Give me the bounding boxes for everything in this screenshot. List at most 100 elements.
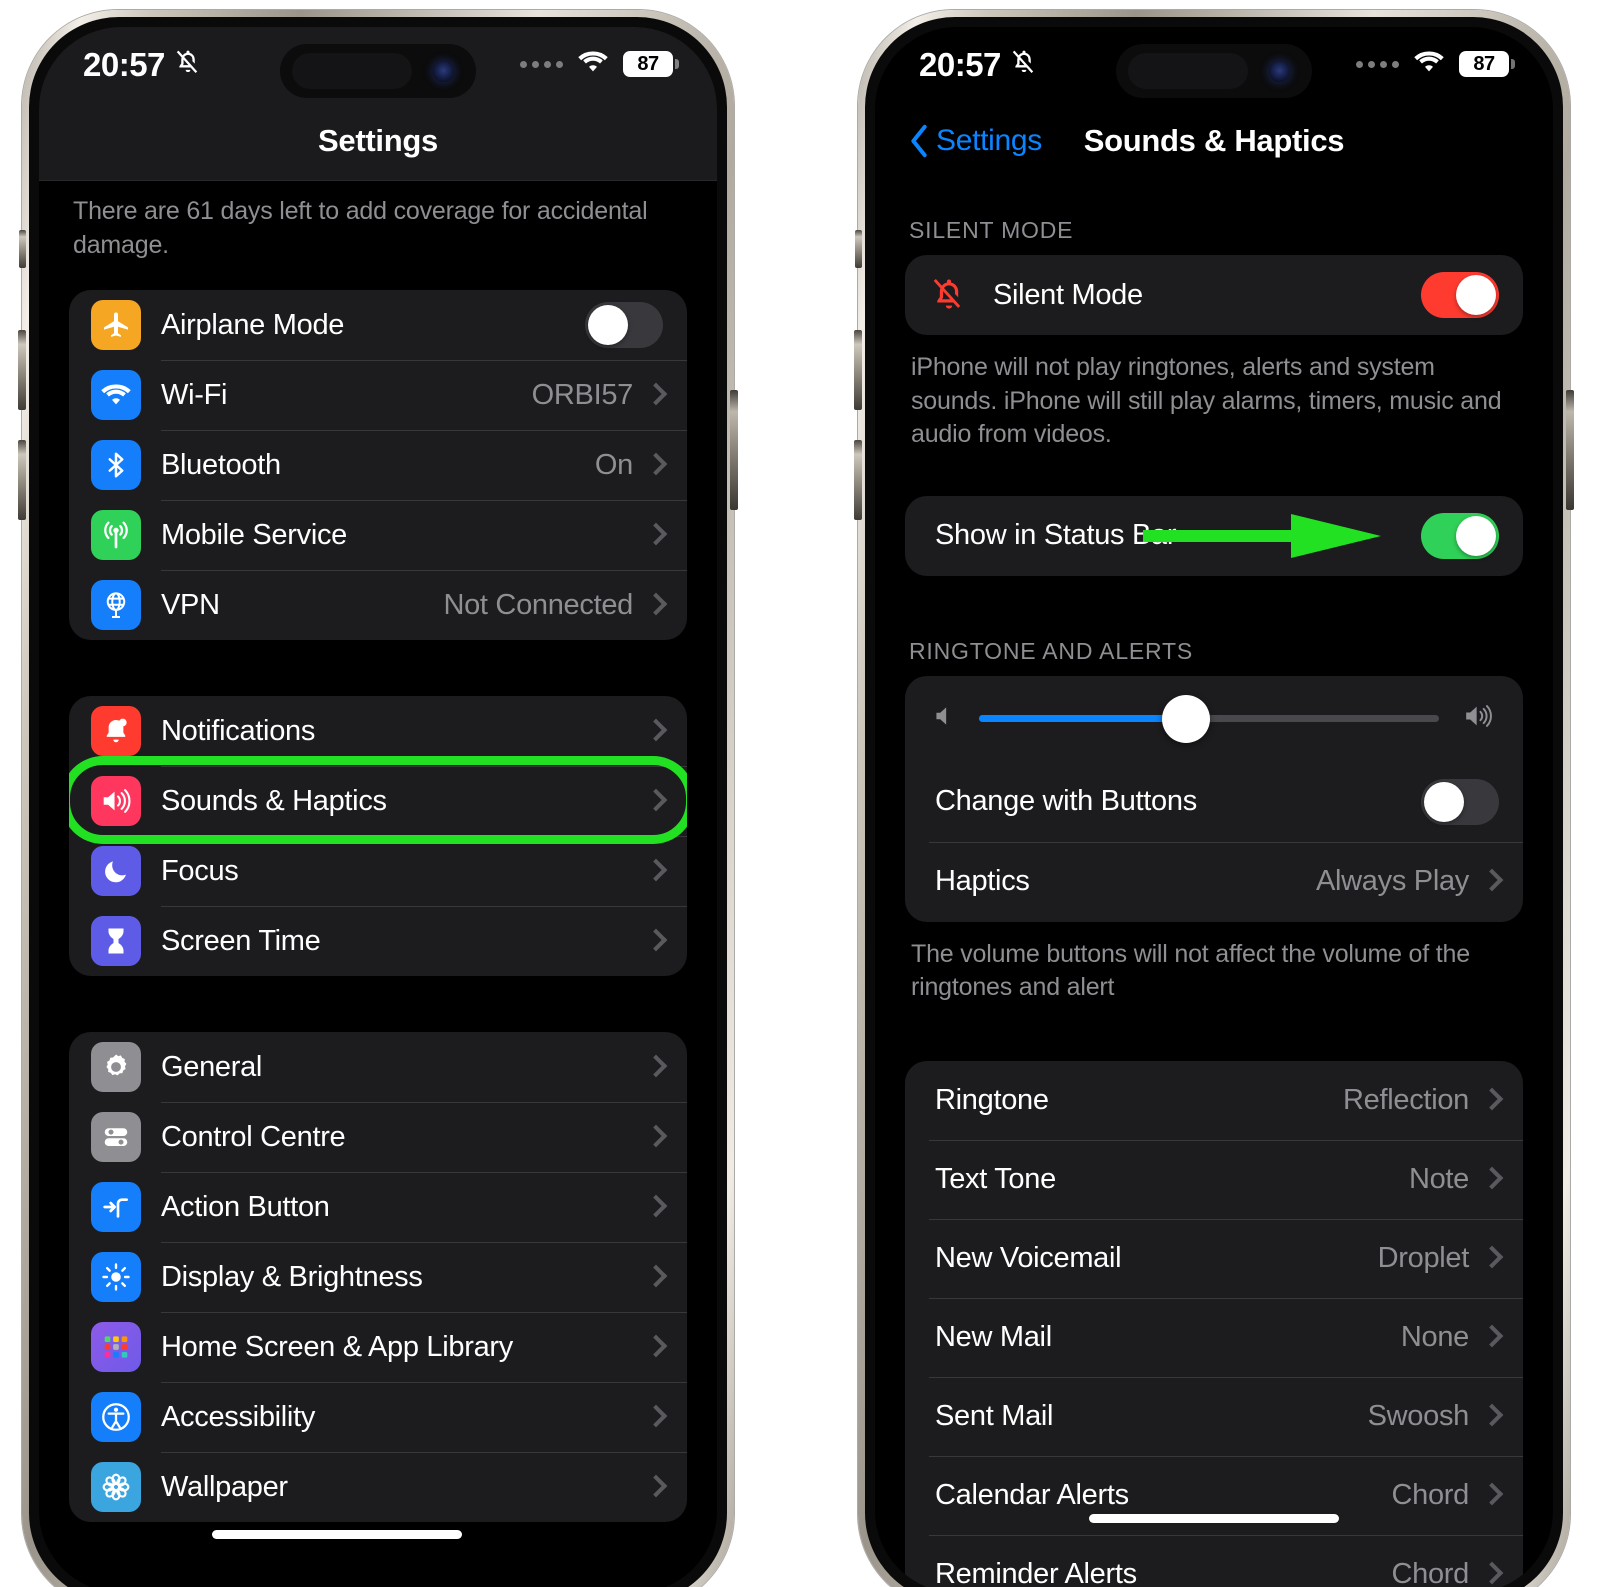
sidebar-item-mobile-service[interactable]: Mobile Service (69, 500, 687, 570)
chevron-right-icon (647, 592, 663, 619)
chevron-right-icon (1483, 1561, 1499, 1587)
front-camera-icon (1269, 60, 1290, 82)
section-header-silent-mode: SILENT MODE (909, 217, 1074, 243)
show-in-status-bar-toggle[interactable] (1421, 512, 1499, 559)
chevron-left-icon (909, 124, 929, 158)
change-with-buttons-row[interactable]: Change with Buttons (905, 762, 1523, 842)
sidebar-item-action-button[interactable]: Action Button (69, 1172, 687, 1242)
settings-list[interactable]: There are 61 days left to add coverage f… (39, 181, 717, 1587)
ringtone-alerts-group: Change with Buttons Haptics Always Play (905, 675, 1523, 922)
sidebar-item-bluetooth[interactable]: Bluetooth On (69, 430, 687, 500)
iphone-settings-screen: 20:57 87 Settings There are 61 days left… (18, 0, 738, 1587)
dynamic-island (280, 44, 476, 98)
row-label: Wi-Fi (161, 378, 228, 411)
action-button-hardware[interactable] (19, 230, 26, 268)
sidebar-item-display-brightness[interactable]: Display & Brightness (69, 1242, 687, 1312)
volume-down-button-hardware[interactable] (854, 440, 862, 520)
silent-mode-toggle[interactable] (1421, 272, 1499, 318)
chevron-right-icon (647, 1264, 663, 1291)
sounds-haptics-list[interactable]: SILENT MODE Silent Mode iPhone will not … (875, 181, 1553, 1587)
power-button-hardware[interactable] (730, 390, 738, 510)
sidebar-item-vpn[interactable]: VPN Not Connected (69, 570, 687, 640)
slider-knob[interactable] (1162, 694, 1210, 743)
chevron-right-icon (647, 382, 663, 409)
sidebar-item-wifi[interactable]: Wi-Fi ORBI57 (69, 360, 687, 430)
page-title: Sounds & Haptics (1083, 123, 1345, 158)
new-voicemail-row[interactable]: New Voicemail Droplet (905, 1218, 1523, 1298)
sent-mail-row[interactable]: Sent Mail Swoosh (905, 1376, 1523, 1456)
back-button[interactable]: Settings (909, 124, 1042, 158)
home-indicator[interactable] (1089, 1514, 1339, 1523)
chevron-right-icon (647, 452, 663, 479)
wifi-icon (91, 370, 141, 420)
speaker-waves-icon (91, 776, 141, 826)
section-header-ringtone-alerts: RINGTONE AND ALERTS (909, 637, 1194, 664)
status-bar: 20:57 87 (875, 27, 1553, 101)
row-value: Chord (1391, 1557, 1470, 1587)
accessibility-icon (91, 1392, 141, 1442)
row-value: On (594, 448, 633, 481)
reminder-alerts-row[interactable]: Reminder Alerts Chord (905, 1534, 1523, 1587)
text-tone-row[interactable]: Text Tone Note (905, 1139, 1523, 1219)
sidebar-item-general[interactable]: General (69, 1032, 687, 1102)
wifi-icon (576, 49, 610, 80)
airplane-mode-toggle[interactable] (585, 302, 663, 348)
nav-bar: Settings Sounds & Haptics (875, 101, 1553, 181)
volume-down-button-hardware[interactable] (18, 440, 26, 520)
row-label: Accessibility (161, 1400, 316, 1433)
silent-mode-row[interactable]: Silent Mode (905, 255, 1523, 335)
notifications-bell-icon (91, 706, 141, 756)
haptics-row[interactable]: Haptics Always Play (905, 841, 1523, 922)
vpn-globe-icon (91, 580, 141, 630)
row-label: New Voicemail (935, 1241, 1122, 1274)
ringer-volume-slider-row[interactable] (905, 676, 1523, 762)
row-value: None (1400, 1320, 1469, 1353)
sidebar-item-control-centre[interactable]: Control Centre (69, 1102, 687, 1172)
brightness-sun-icon (91, 1252, 141, 1302)
wallpaper-flower-icon (91, 1462, 141, 1512)
settings-group-connectivity: Airplane Mode Wi-Fi ORBI57 Bluetooth On … (69, 290, 687, 640)
ringtone-row[interactable]: Ringtone Reflection (905, 1061, 1523, 1140)
row-label: Reminder Alerts (935, 1557, 1137, 1587)
chevron-right-icon (647, 1474, 663, 1501)
sidebar-item-focus[interactable]: Focus (69, 836, 687, 906)
show-in-status-bar-row[interactable]: Show in Status Bar (905, 496, 1523, 576)
signal-dots-icon (1356, 60, 1399, 68)
app-grid-icon (91, 1322, 141, 1372)
row-label: Sounds & Haptics (161, 784, 387, 817)
row-label: Control Centre (161, 1120, 346, 1153)
row-label: Screen Time (161, 924, 321, 957)
row-value: Always Play (1315, 865, 1469, 897)
slider-fill (979, 715, 1186, 722)
row-label: Sent Mail (935, 1399, 1054, 1432)
sidebar-item-screen-time[interactable]: Screen Time (69, 906, 687, 976)
dynamic-island-pill (1128, 53, 1248, 89)
sidebar-item-wallpaper[interactable]: Wallpaper (69, 1452, 687, 1522)
chevron-right-icon (1483, 1403, 1499, 1430)
change-with-buttons-toggle[interactable] (1421, 778, 1499, 825)
row-label: Silent Mode (993, 278, 1143, 311)
power-button-hardware[interactable] (1566, 390, 1574, 510)
row-label: Wallpaper (161, 1470, 288, 1503)
chevron-right-icon (647, 1404, 663, 1431)
sidebar-item-notifications[interactable]: Notifications (69, 696, 687, 766)
front-camera-icon (433, 60, 454, 82)
dynamic-island-pill (292, 53, 412, 89)
chevron-right-icon (647, 1124, 663, 1151)
action-button-hardware[interactable] (855, 230, 862, 268)
sidebar-item-home-screen-app-library[interactable]: Home Screen & App Library (69, 1312, 687, 1382)
sidebar-item-accessibility[interactable]: Accessibility (69, 1382, 687, 1452)
chevron-right-icon (1483, 1087, 1499, 1114)
new-mail-row[interactable]: New Mail None (905, 1297, 1523, 1377)
volume-up-button-hardware[interactable] (18, 330, 26, 410)
battery-icon: 87 (1459, 51, 1515, 77)
ringer-volume-slider[interactable] (979, 694, 1439, 743)
volume-up-button-hardware[interactable] (854, 330, 862, 410)
home-indicator[interactable] (212, 1530, 463, 1539)
back-button-label: Settings (936, 124, 1042, 157)
row-value: Note (1408, 1162, 1469, 1195)
control-centre-sliders-icon (91, 1112, 141, 1162)
sidebar-item-airplane-mode[interactable]: Airplane Mode (69, 290, 687, 360)
sidebar-item-sounds-haptics[interactable]: Sounds & Haptics (69, 766, 687, 836)
row-value: ORBI57 (531, 378, 634, 411)
